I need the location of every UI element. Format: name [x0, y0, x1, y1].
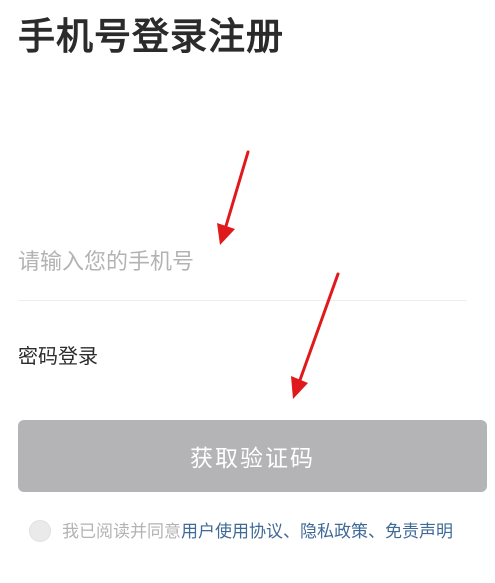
circle-checkbox-icon[interactable] [29, 520, 51, 542]
agreement-text: 我已阅读并同意用户使用协议、隐私政策、免责声明 [62, 518, 472, 546]
disclaimer-link[interactable]: 免责声明 [385, 522, 453, 542]
agreement-prefix: 我已阅读并同意 [62, 522, 181, 542]
page-title: 手机号登录注册 [18, 15, 284, 58]
get-code-button[interactable]: 获取验证码 [18, 420, 487, 492]
separator: 、 [368, 522, 385, 542]
red-arrow-icon [291, 272, 340, 399]
phone-input[interactable] [18, 240, 466, 284]
password-login-link[interactable]: 密码登录 [18, 340, 98, 369]
separator: 、 [283, 522, 300, 542]
divider [18, 300, 467, 301]
annotation-arrows [217, 150, 340, 399]
privacy-policy-link[interactable]: 隐私政策 [300, 522, 368, 542]
user-agreement-link[interactable]: 用户使用协议 [181, 522, 283, 542]
red-arrow-icon [217, 150, 250, 245]
